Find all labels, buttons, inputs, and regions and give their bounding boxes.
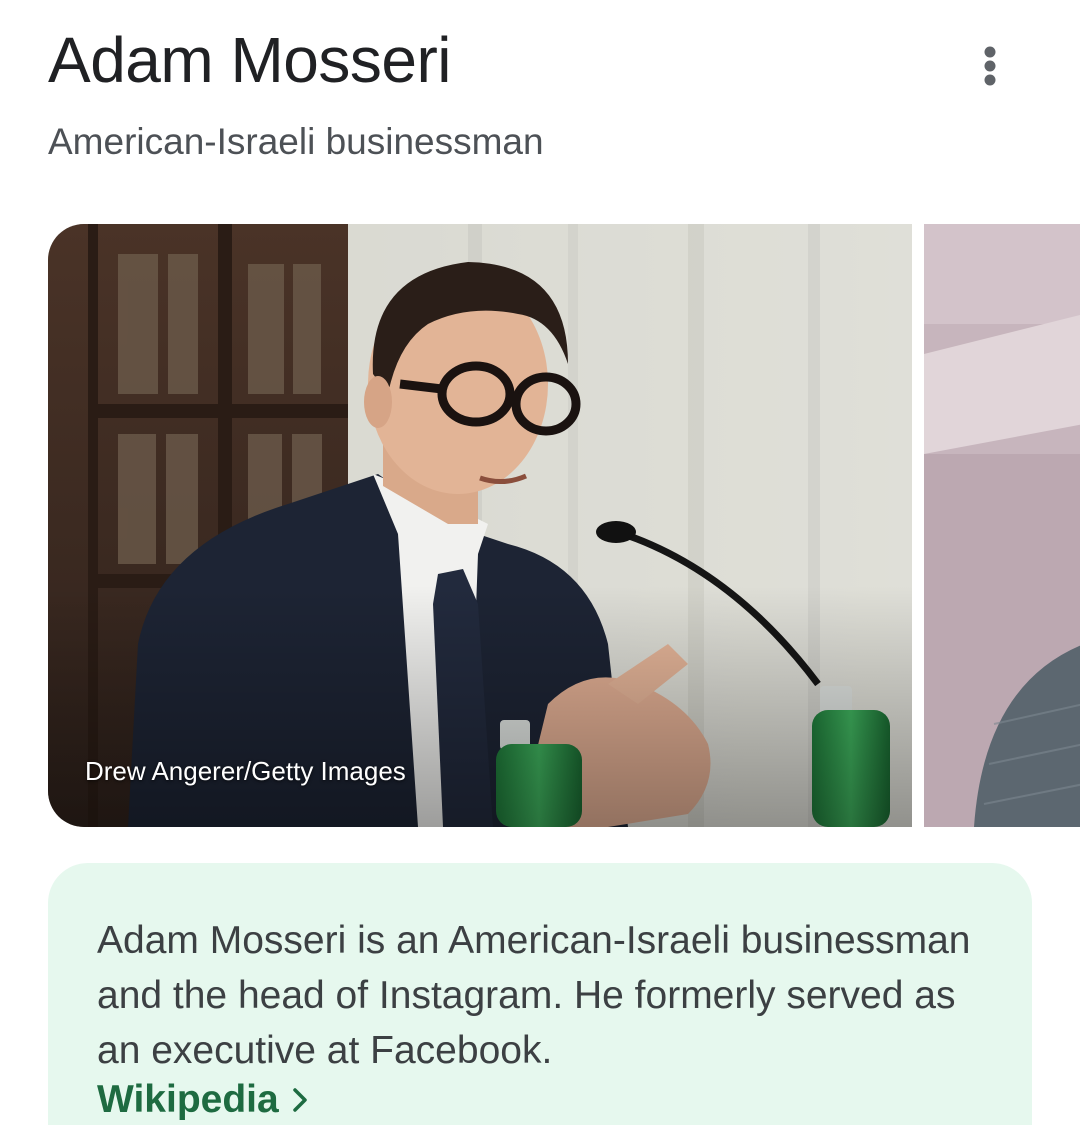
entity-title: Adam Mosseri: [48, 24, 452, 96]
knowledge-panel: Adam Mosseri American-Israeli businessma…: [0, 0, 1080, 1125]
entity-subtitle: American-Israeli businessman: [48, 121, 544, 162]
description-text: Adam Mosseri is an American-Israeli busi…: [97, 919, 971, 1072]
more-options-button[interactable]: [962, 38, 1018, 94]
description-card: Adam Mosseri is an American-Israeli busi…: [48, 863, 1032, 1125]
portrait-photo: [48, 224, 912, 827]
more-vert-icon: [984, 46, 996, 86]
image-carousel[interactable]: Drew Angerer/Getty Images: [48, 224, 1080, 827]
wikipedia-link[interactable]: Wikipedia: [97, 1075, 307, 1125]
chevron-right-icon: [292, 1088, 307, 1112]
main-photo[interactable]: Drew Angerer/Getty Images: [48, 224, 912, 827]
next-photo[interactable]: [924, 224, 1080, 827]
partial-photo: [924, 224, 1080, 827]
wikipedia-link-label: Wikipedia: [97, 1078, 279, 1121]
photo-credit: Drew Angerer/Getty Images: [85, 756, 406, 786]
